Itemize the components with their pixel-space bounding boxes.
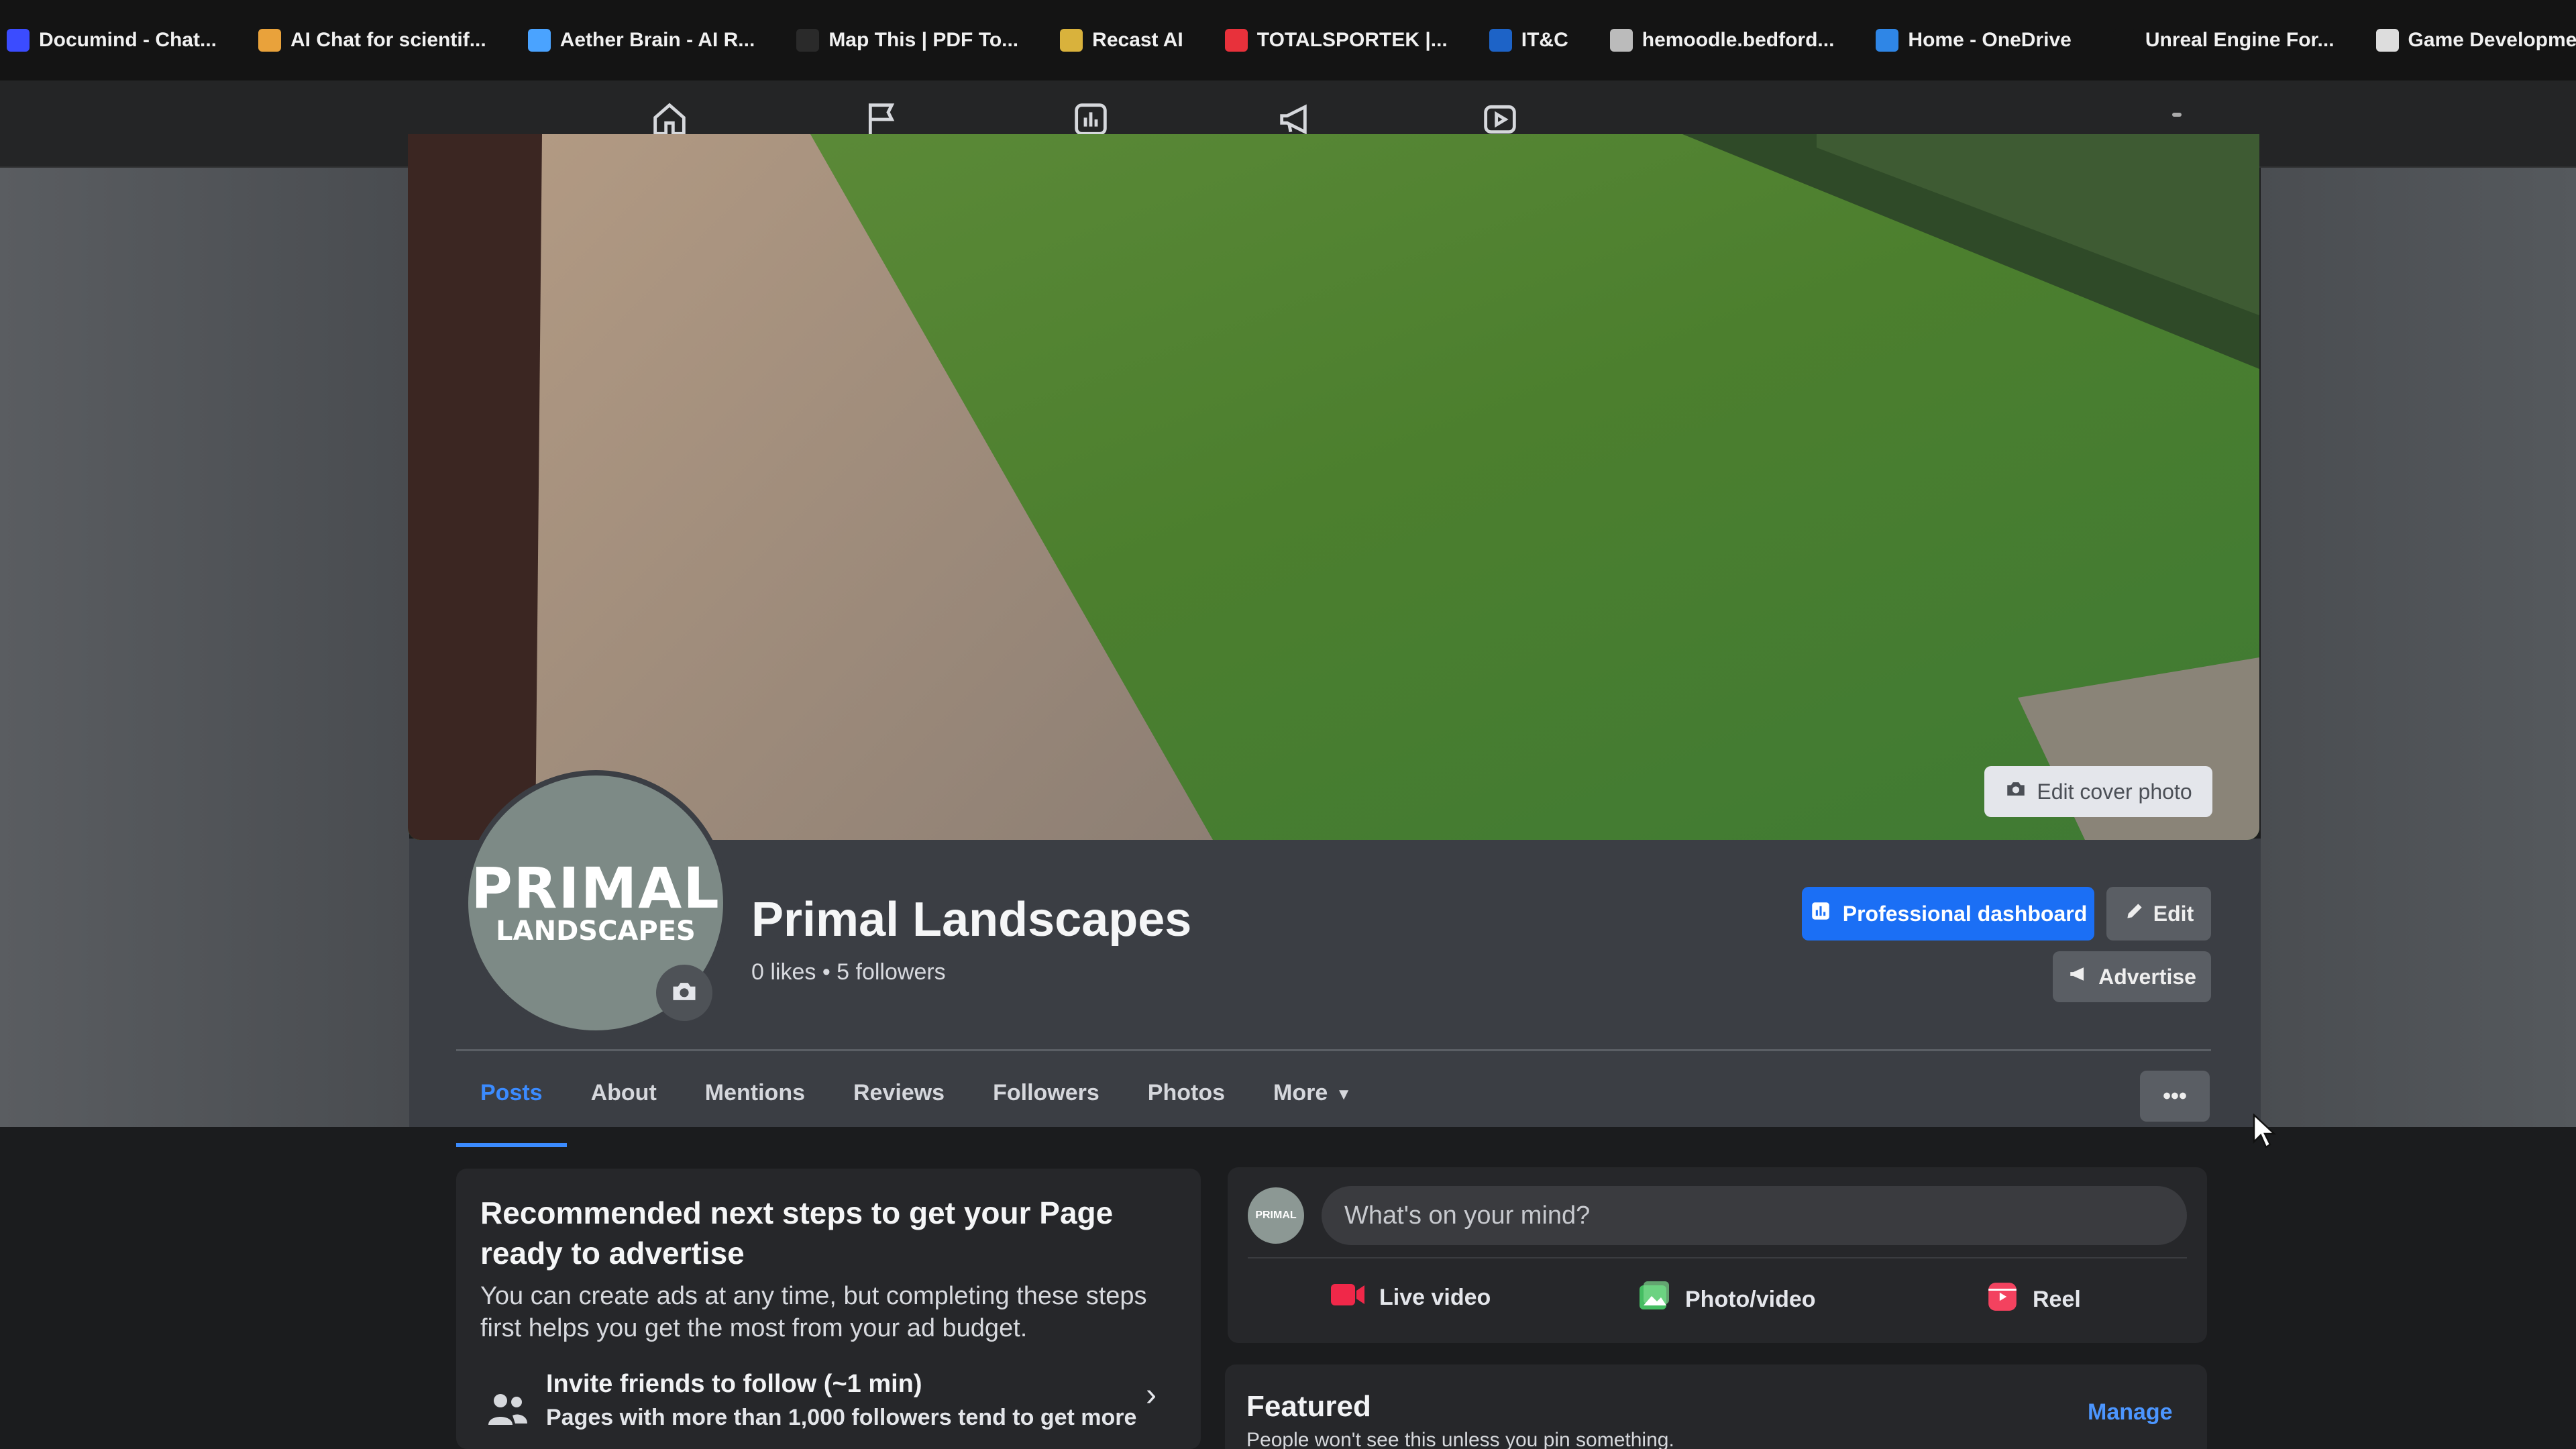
bookmarks-bar: Documind - Chat... AI Chat for scientif..… <box>0 0 2576 80</box>
bookmark-item[interactable]: TOTALSPORTEK |... <box>1224 29 1448 52</box>
page-title: Primal Landscapes <box>751 893 1192 947</box>
bookmark-item[interactable]: Map This | PDF To... <box>796 29 1018 52</box>
bookmark-favicon-icon <box>2375 29 2399 52</box>
professional-dashboard-button[interactable]: Professional dashboard <box>1802 887 2094 941</box>
composer-divider <box>1248 1257 2187 1258</box>
reel-button[interactable]: Reel <box>1986 1280 2081 1320</box>
bookmark-favicon-icon <box>1224 29 1248 52</box>
bookmark-item[interactable]: Unreal Engine For... <box>2112 29 2334 52</box>
bookmark-label: Map This | PDF To... <box>828 29 1019 51</box>
whats-on-your-mind-input[interactable]: What's on your mind? <box>1322 1186 2187 1245</box>
cover-photo <box>408 134 2259 840</box>
featured-title: Featured <box>1246 1390 1371 1423</box>
bookmark-item[interactable]: Game Development <box>2375 29 2576 52</box>
tab-posts[interactable]: Posts <box>456 1073 567 1147</box>
bookmark-favicon-icon <box>1876 29 1899 52</box>
bookmark-favicon-icon <box>258 29 281 52</box>
bookmark-favicon-icon <box>1609 29 1633 52</box>
tab-more[interactable]: More ▼ <box>1249 1073 1376 1147</box>
page-tabs: Posts About Mentions Reviews Followers P… <box>456 1073 1376 1147</box>
edit-label: Edit <box>2153 901 2194 926</box>
bookmark-favicon-icon <box>1060 29 1083 52</box>
edit-page-button[interactable]: Edit <box>2106 887 2211 941</box>
bookmark-favicon-icon <box>527 29 551 52</box>
chevron-right-icon: › <box>1146 1377 1157 1413</box>
featured-manage-link[interactable]: Manage <box>2088 1399 2173 1426</box>
tab-reviews[interactable]: Reviews <box>829 1073 969 1147</box>
bookmark-item[interactable]: Recast AI <box>1060 29 1183 52</box>
avatar-logo-line1: PRIMAL <box>471 855 720 921</box>
bookmark-favicon-icon <box>7 29 30 52</box>
page-stats: 0 likes • 5 followers <box>751 959 946 985</box>
recommended-title: Recommended next steps to get your Page … <box>480 1195 1114 1271</box>
mouse-cursor-icon <box>2253 1113 2277 1152</box>
camera-icon <box>669 977 699 1010</box>
more-options-button[interactable]: ••• <box>2140 1071 2210 1122</box>
bookmark-item[interactable]: Home - OneDrive <box>1876 29 2072 52</box>
reel-icon <box>1986 1280 2019 1320</box>
edit-cover-label: Edit cover photo <box>2037 779 2192 804</box>
composer-avatar: PRIMAL <box>1248 1187 1304 1244</box>
bookmark-item[interactable]: hemoodle.bedford... <box>1609 29 1835 52</box>
edit-cover-photo-button[interactable]: Edit cover photo <box>1984 766 2212 817</box>
camera-icon <box>2004 777 2027 806</box>
live-video-button[interactable]: Live video <box>1330 1280 1491 1316</box>
megaphone-icon <box>2068 963 2090 991</box>
tab-more-label: More <box>1273 1080 1328 1106</box>
invite-friends-title: Invite friends to follow (~1 min) <box>546 1370 922 1398</box>
bookmark-favicon-icon <box>796 29 820 52</box>
bookmark-label: Unreal Engine For... <box>2145 29 2334 51</box>
photo-video-button[interactable]: Photo/video <box>1637 1280 1816 1320</box>
bookmark-label: hemoodle.bedford... <box>1642 29 1835 51</box>
dashboard-icon <box>1809 900 1832 928</box>
tab-about[interactable]: About <box>567 1073 681 1147</box>
caret-down-icon: ▼ <box>1336 1085 1352 1104</box>
live-video-icon <box>1330 1280 1366 1316</box>
bookmark-favicon-icon <box>2112 29 2136 52</box>
reel-label: Reel <box>2033 1287 2081 1312</box>
bookmark-item[interactable]: Documind - Chat... <box>7 29 217 52</box>
invite-friends-item[interactable]: Invite friends to follow (~1 min) Pages … <box>486 1370 1183 1449</box>
bookmark-item[interactable]: AI Chat for scientif... <box>258 29 486 52</box>
background-left <box>0 168 409 1161</box>
bookmark-label: Documind - Chat... <box>39 29 217 51</box>
tab-followers[interactable]: Followers <box>969 1073 1124 1147</box>
people-icon <box>486 1390 529 1428</box>
featured-card: Featured People won't see this unless yo… <box>1225 1364 2207 1449</box>
post-composer: PRIMAL What's on your mind? Live video P… <box>1228 1167 2207 1343</box>
bookmark-label: AI Chat for scientif... <box>290 29 486 51</box>
avatar-logo-line2: LANDSCAPES <box>496 916 696 947</box>
bookmark-label: Home - OneDrive <box>1908 29 2072 51</box>
recommended-steps-card: Recommended next steps to get your Page … <box>456 1169 1201 1449</box>
bookmark-label: IT&C <box>1521 29 1568 51</box>
bookmark-label: Game Development <box>2408 29 2576 51</box>
bookmark-label: TOTALSPORTEK |... <box>1256 29 1448 51</box>
advertise-label: Advertise <box>2098 964 2196 989</box>
photo-video-label: Photo/video <box>1685 1287 1816 1312</box>
featured-subtitle: People won't see this unless you pin som… <box>1246 1429 1674 1449</box>
background-right <box>2261 168 2576 1161</box>
pencil-icon <box>2124 900 2145 927</box>
invite-friends-description: Pages with more than 1,000 followers ten… <box>546 1405 1137 1430</box>
nav-indicator <box>2172 113 2182 117</box>
bookmark-item[interactable]: IT&C <box>1489 29 1568 52</box>
bookmark-label: Aether Brain - AI R... <box>559 29 755 51</box>
update-profile-picture-button[interactable] <box>656 965 712 1021</box>
tab-mentions[interactable]: Mentions <box>681 1073 829 1147</box>
bookmark-label: Recast AI <box>1092 29 1183 51</box>
professional-dashboard-label: Professional dashboard <box>1842 901 2088 926</box>
bookmark-favicon-icon <box>1489 29 1512 52</box>
bookmark-item[interactable]: Aether Brain - AI R... <box>527 29 755 52</box>
advertise-button[interactable]: Advertise <box>2053 951 2211 1002</box>
header-divider <box>456 1049 2211 1051</box>
live-video-label: Live video <box>1379 1285 1491 1310</box>
photo-icon <box>1637 1280 1672 1320</box>
tab-photos[interactable]: Photos <box>1124 1073 1249 1147</box>
recommended-subtitle: You can create ads at any time, but comp… <box>480 1282 1147 1342</box>
